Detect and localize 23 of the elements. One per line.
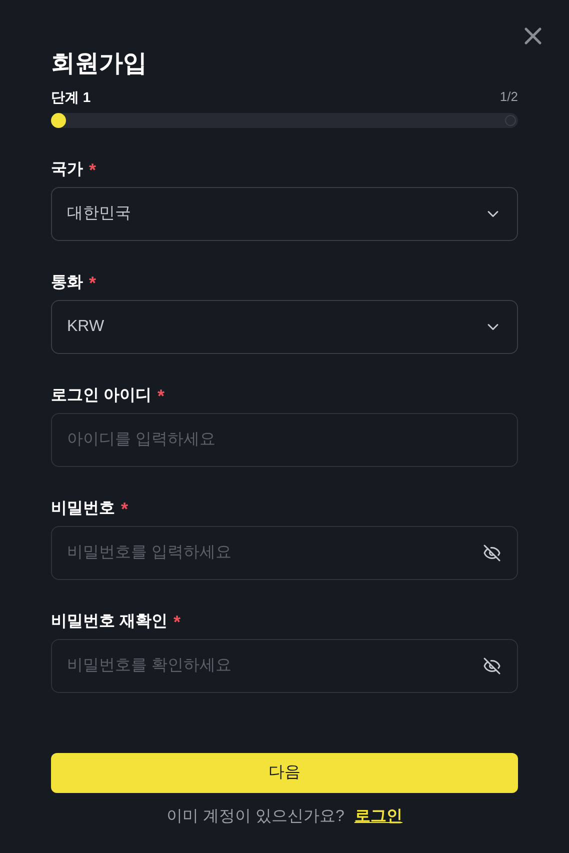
password-field[interactable]: 비밀번호를 입력하세요 xyxy=(51,526,518,580)
login-link[interactable]: 로그인 xyxy=(354,805,402,829)
required-mark: * xyxy=(121,498,128,520)
step-label: 단계 1 xyxy=(51,88,91,106)
field-label: 통화 xyxy=(51,273,83,293)
select-field[interactable]: KRW xyxy=(51,300,518,354)
step-count: 1/2 xyxy=(500,88,518,106)
field-label: 비밀번호 xyxy=(51,499,115,519)
select-field[interactable]: 대한민국 xyxy=(51,187,518,241)
field-label: 국가 xyxy=(51,160,83,180)
field-label: 비밀번호 재확인 xyxy=(51,612,168,632)
required-mark: * xyxy=(89,158,96,182)
footer-text: 이미 계정이 있으신가요? xyxy=(166,807,344,827)
field-label: 로그인 아이디 xyxy=(51,386,152,406)
dialog-title: 회원가입 xyxy=(51,49,147,79)
eye-off-icon[interactable] xyxy=(483,544,501,562)
required-mark: * xyxy=(89,272,96,294)
required-mark: * xyxy=(157,384,164,408)
next-button[interactable]: 다음 xyxy=(51,753,518,793)
required-mark: * xyxy=(173,610,180,634)
eye-off-icon[interactable] xyxy=(483,657,501,675)
password-field[interactable]: 비밀번호를 확인하세요 xyxy=(51,639,518,693)
input-field[interactable]: 아이디를 입력하세요 xyxy=(51,413,518,467)
